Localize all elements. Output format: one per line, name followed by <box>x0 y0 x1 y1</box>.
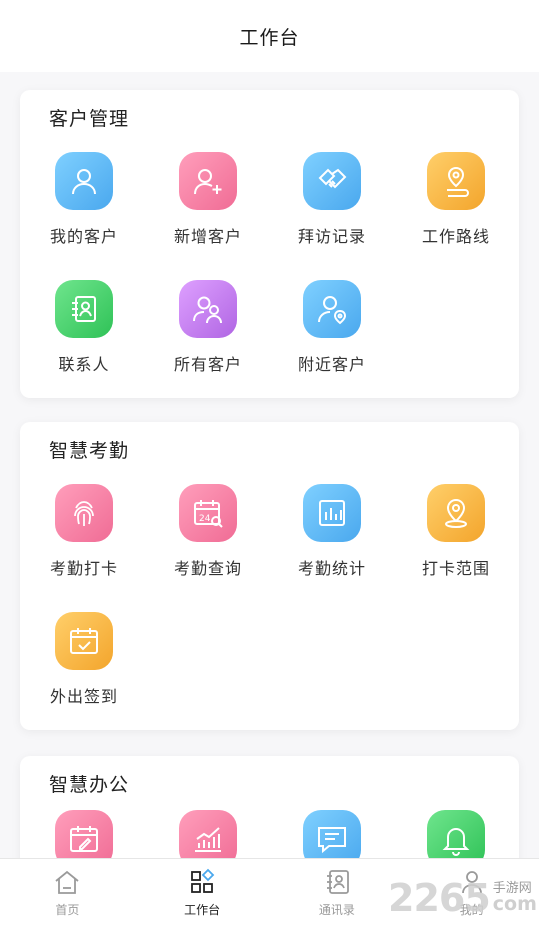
contacts-button[interactable]: 联系人 <box>22 280 146 408</box>
bottom-tab-bar: 首页 工作台 通讯录 我的 <box>0 858 539 931</box>
contact-card-icon <box>55 280 113 338</box>
handshake-icon <box>303 152 361 210</box>
page-title: 工作台 <box>239 26 300 49</box>
attendance-query-button[interactable]: 24 考勤查询 <box>146 484 270 612</box>
item-label: 工作路线 <box>421 227 490 246</box>
person-location-icon <box>303 280 361 338</box>
person-icon <box>55 152 113 210</box>
section-title: 智慧办公 <box>49 774 130 796</box>
office-item-4[interactable] <box>394 810 518 858</box>
checkin-range-button[interactable]: 打卡范围 <box>394 484 518 612</box>
item-label: 打卡范围 <box>421 559 490 578</box>
svg-text:24: 24 <box>199 514 211 524</box>
location-pin-icon <box>427 484 485 542</box>
tab-contacts[interactable]: 通讯录 <box>270 859 405 931</box>
calendar-edit-icon <box>55 810 113 858</box>
tab-label: 工作台 <box>184 903 221 917</box>
tab-label: 通讯录 <box>318 903 355 917</box>
item-label: 外出签到 <box>49 687 118 706</box>
office-item-3[interactable] <box>270 810 394 858</box>
section-title: 客户管理 <box>49 108 130 130</box>
outing-signin-button[interactable]: 外出签到 <box>22 612 146 740</box>
add-person-icon <box>179 152 237 210</box>
item-label: 拜访记录 <box>297 227 366 246</box>
tab-label: 首页 <box>55 903 80 917</box>
message-icon <box>303 810 361 858</box>
item-label: 考勤查询 <box>173 559 242 578</box>
top-bar: 工作台 <box>0 0 539 72</box>
profile-icon <box>461 871 482 894</box>
route-icon <box>427 152 485 210</box>
bell-icon <box>427 810 485 858</box>
address-book-icon <box>326 870 349 894</box>
item-label: 新增客户 <box>173 227 242 246</box>
visit-records-button[interactable]: 拜访记录 <box>270 152 394 280</box>
office-item-2[interactable] <box>146 810 270 858</box>
item-label: 联系人 <box>58 355 110 374</box>
nearby-customers-button[interactable]: 附近客户 <box>270 280 394 408</box>
section-smart-attendance: 智慧考勤 考勤打卡 24 考勤查询 考勤统计 打卡范围 外出签到 <box>20 422 519 730</box>
bar-chart-icon <box>303 484 361 542</box>
trend-chart-icon <box>179 810 237 858</box>
work-route-button[interactable]: 工作路线 <box>394 152 518 280</box>
item-label: 考勤统计 <box>297 559 366 578</box>
attendance-stats-button[interactable]: 考勤统计 <box>270 484 394 612</box>
office-item-1[interactable] <box>22 810 146 858</box>
all-customers-button[interactable]: 所有客户 <box>146 280 270 408</box>
tab-home[interactable]: 首页 <box>0 859 135 931</box>
tab-label: 我的 <box>459 903 484 917</box>
my-customers-button[interactable]: 我的客户 <box>22 152 146 280</box>
tab-workbench[interactable]: 工作台 <box>135 859 270 931</box>
group-icon <box>179 280 237 338</box>
calendar-search-icon: 24 <box>179 484 237 542</box>
fingerprint-icon <box>55 484 113 542</box>
main-content: 客户管理 我的客户 新增客户 拜访记录 工作路线 联系人 所有客户 附近客户 智… <box>0 72 539 858</box>
item-label: 我的客户 <box>49 227 118 246</box>
item-label: 附近客户 <box>297 355 366 374</box>
section-customer-management: 客户管理 我的客户 新增客户 拜访记录 工作路线 联系人 所有客户 附近客户 <box>20 90 519 398</box>
home-icon <box>55 870 79 894</box>
tab-mine[interactable]: 我的 <box>404 859 539 931</box>
calendar-check-icon <box>55 612 113 670</box>
section-smart-office: 智慧办公 <box>20 756 519 858</box>
section-title: 智慧考勤 <box>49 440 130 462</box>
item-label: 所有客户 <box>173 355 242 374</box>
add-customer-button[interactable]: 新增客户 <box>146 152 270 280</box>
attendance-checkin-button[interactable]: 考勤打卡 <box>22 484 146 612</box>
item-label: 考勤打卡 <box>49 559 118 578</box>
grid-icon <box>191 868 215 893</box>
